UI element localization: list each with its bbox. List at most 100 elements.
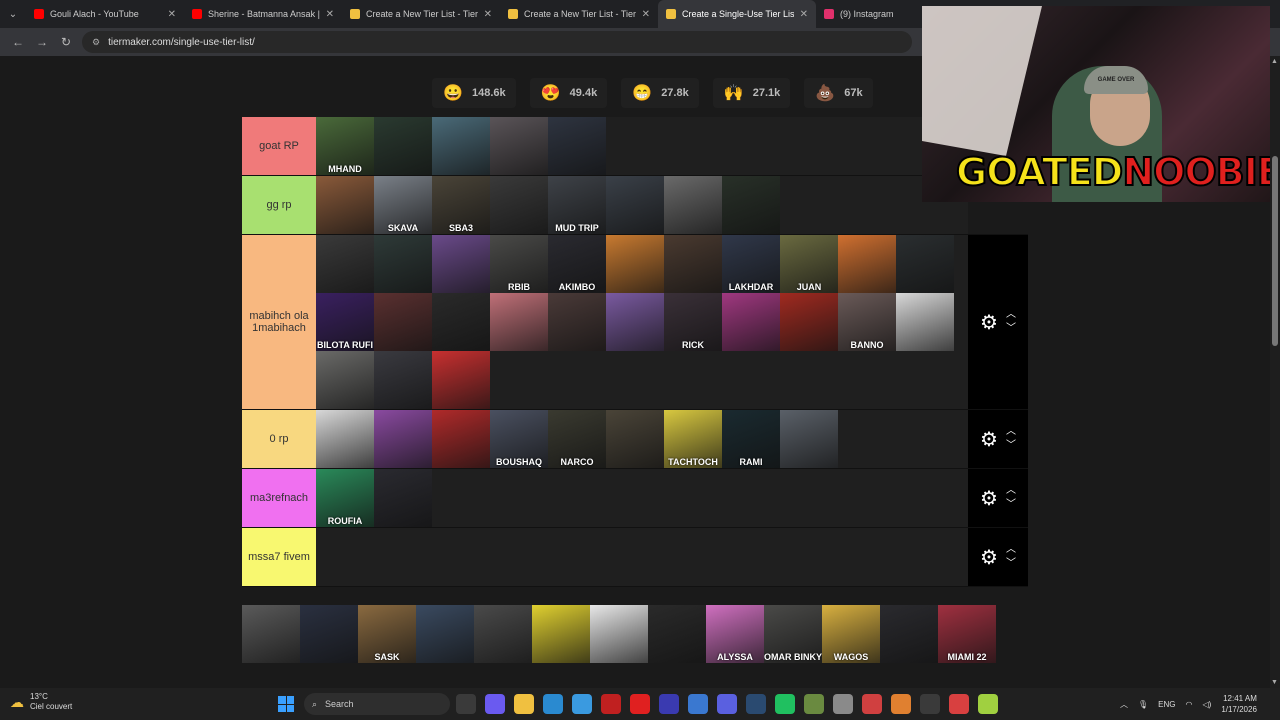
taskbar-app-icon[interactable]	[804, 694, 824, 714]
gear-icon[interactable]: ⚙	[980, 545, 998, 570]
tier-item-image[interactable]: MUD TRIP	[548, 176, 606, 234]
gear-icon[interactable]: ⚙	[980, 310, 998, 335]
tier-item-image[interactable]: BOUSHAQ	[490, 410, 548, 468]
chevron-down-icon[interactable]: ﹀	[1006, 439, 1016, 453]
tier-item-image[interactable]	[896, 293, 954, 351]
taskbar-app-icon[interactable]	[862, 694, 882, 714]
taskbar-app-icon[interactable]	[485, 694, 505, 714]
reaction-button[interactable]: 😀 148.6k	[432, 78, 516, 108]
tier-item-image[interactable]	[548, 293, 606, 351]
tier-item-image[interactable]	[606, 410, 664, 468]
gear-icon[interactable]: ⚙	[980, 486, 998, 511]
taskbar-app-icon[interactable]	[891, 694, 911, 714]
pool-item-image[interactable]	[300, 605, 358, 663]
taskbar-app-icon[interactable]	[688, 694, 708, 714]
pool-item-image[interactable]: MIAMI 22	[938, 605, 996, 663]
close-icon[interactable]: ✕	[642, 9, 650, 20]
taskbar-app-icon[interactable]	[543, 694, 563, 714]
url-input[interactable]: ⚙ tiermaker.com/single-use-tier-list/	[82, 31, 912, 53]
chevron-up-icon[interactable]: ︿	[1006, 425, 1016, 439]
taskbar-app-icon[interactable]	[601, 694, 621, 714]
tier-items[interactable]: ROUFIA	[316, 469, 968, 527]
tab-search-chevron-icon[interactable]: ⌄	[0, 0, 26, 28]
tier-item-image[interactable]: BILOTA RUFI	[316, 293, 374, 351]
pool-item-image[interactable]	[648, 605, 706, 663]
close-icon[interactable]: ✕	[484, 9, 492, 20]
tier-item-image[interactable]: SBA3	[432, 176, 490, 234]
tier-item-image[interactable]: RICK	[664, 293, 722, 351]
taskbar-app-icon[interactable]	[775, 694, 795, 714]
tier-item-image[interactable]	[374, 235, 432, 293]
tier-label[interactable]: mssa7 fivem	[242, 528, 316, 586]
tier-item-image[interactable]: BANNO	[838, 293, 896, 351]
pool-item-image[interactable]	[416, 605, 474, 663]
reload-icon[interactable]: ↻	[54, 30, 78, 54]
tier-items[interactable]: MHAND	[316, 117, 968, 175]
microphone-icon[interactable]: 🎙	[1138, 700, 1148, 709]
taskbar-app-icon[interactable]	[717, 694, 737, 714]
pool-item-image[interactable]: WAGOS	[822, 605, 880, 663]
language-indicator[interactable]: ENG	[1158, 700, 1175, 709]
wifi-icon[interactable]: ◠	[1186, 700, 1193, 709]
taskbar-app-icon[interactable]	[514, 694, 534, 714]
tier-item-image[interactable]	[316, 235, 374, 293]
reaction-button[interactable]: 😁 27.8k	[621, 78, 699, 108]
clock[interactable]: 12:41 AM 1/17/2026	[1221, 693, 1257, 715]
taskbar-app-icon[interactable]	[833, 694, 853, 714]
tier-item-image[interactable]	[490, 117, 548, 175]
scroll-thumb[interactable]	[1272, 156, 1278, 346]
chevron-down-icon[interactable]: ﹀	[1006, 322, 1016, 336]
taskbar-app-icon[interactable]	[920, 694, 940, 714]
gear-icon[interactable]: ⚙	[980, 427, 998, 452]
tier-item-image[interactable]	[664, 235, 722, 293]
tray-chevron-icon[interactable]: ︿	[1120, 699, 1128, 710]
browser-tab[interactable]: Sherine - Batmanna Ansak | شير ✕	[184, 0, 342, 28]
site-info-icon[interactable]: ⚙	[92, 37, 100, 48]
tier-item-image[interactable]: AKIMBO	[548, 235, 606, 293]
tier-items[interactable]: RBIB AKIMBO LAKHDAR JUAN BILOTA RUFI RICK BANN…	[316, 235, 968, 409]
browser-tab[interactable]: Gouli Alach - YouTube ✕	[26, 0, 184, 28]
tier-item-image[interactable]	[722, 176, 780, 234]
browser-tab[interactable]: Create a Single-Use Tier List (Fr ✕	[658, 0, 816, 28]
pool-item-image[interactable]	[590, 605, 648, 663]
volume-icon[interactable]: ◁)	[1202, 700, 1211, 709]
tier-item-image[interactable]	[316, 176, 374, 234]
tier-item-image[interactable]: NARCO	[548, 410, 606, 468]
browser-tab[interactable]: Create a New Tier List - TierMaker ✕	[500, 0, 658, 28]
tier-label[interactable]: ma3refnach	[242, 469, 316, 527]
tier-item-image[interactable]	[316, 410, 374, 468]
taskbar-app-icon[interactable]	[630, 694, 650, 714]
tier-item-image[interactable]	[374, 469, 432, 527]
taskbar-app-icon[interactable]	[949, 694, 969, 714]
tier-item-image[interactable]	[606, 293, 664, 351]
tier-item-image[interactable]	[432, 293, 490, 351]
reaction-button[interactable]: 💩 67k	[804, 78, 873, 108]
taskbar-search[interactable]: ⌕ Search	[304, 693, 450, 715]
windows-start-icon[interactable]	[278, 696, 294, 712]
pool-item-image[interactable]: ALYSSA	[706, 605, 764, 663]
tier-item-image[interactable]: TACHTOCH	[664, 410, 722, 468]
tier-item-image[interactable]	[432, 410, 490, 468]
weather-widget[interactable]: ☁ 13°C Ciel couvert	[10, 692, 72, 712]
tier-item-image[interactable]: SKAVA	[374, 176, 432, 234]
pool-item-image[interactable]	[532, 605, 590, 663]
tier-item-image[interactable]	[374, 351, 432, 409]
tier-label[interactable]: 0 rp	[242, 410, 316, 468]
reaction-button[interactable]: 🙌 27.1k	[712, 78, 791, 108]
tier-item-image[interactable]	[432, 235, 490, 293]
tier-item-image[interactable]	[548, 117, 606, 175]
tier-item-image[interactable]	[780, 293, 838, 351]
tier-item-image[interactable]	[490, 293, 548, 351]
tier-item-image[interactable]	[722, 293, 780, 351]
taskbar-app-icon[interactable]	[572, 694, 592, 714]
chevron-up-icon[interactable]: ︿	[1006, 308, 1016, 322]
tier-item-image[interactable]	[432, 351, 490, 409]
reaction-button[interactable]: 😍 49.4k	[529, 78, 608, 108]
pool-item-image[interactable]	[242, 605, 300, 663]
tier-item-image[interactable]: ROUFIA	[316, 469, 374, 527]
scroll-up-icon[interactable]: ▲	[1271, 58, 1278, 65]
tier-item-image[interactable]	[490, 176, 548, 234]
tier-item-image[interactable]	[316, 351, 374, 409]
chevron-down-icon[interactable]: ﹀	[1006, 557, 1016, 571]
forward-arrow-icon[interactable]: →	[30, 30, 54, 54]
